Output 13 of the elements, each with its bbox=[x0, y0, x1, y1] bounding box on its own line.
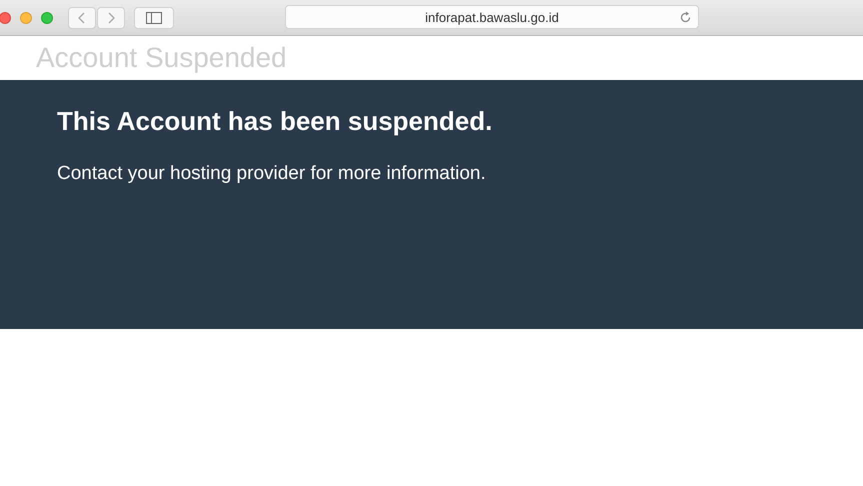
chevron-right-icon bbox=[107, 12, 115, 24]
sidebar-button[interactable] bbox=[134, 6, 174, 28]
address-field[interactable]: inforapat.bawaslu.go.id bbox=[285, 5, 699, 29]
reload-icon[interactable] bbox=[679, 11, 692, 24]
notice-heading: This Account has been suspended. bbox=[57, 106, 494, 137]
forward-button[interactable] bbox=[97, 6, 125, 28]
back-button[interactable] bbox=[68, 6, 96, 28]
close-button[interactable] bbox=[0, 12, 11, 24]
zoom-button[interactable] bbox=[41, 12, 53, 24]
notice-message: Contact your hosting provider for more information. bbox=[57, 163, 487, 185]
chevron-left-icon bbox=[78, 12, 86, 24]
sidebar-icon bbox=[146, 12, 162, 24]
minimize-button[interactable] bbox=[20, 12, 32, 24]
